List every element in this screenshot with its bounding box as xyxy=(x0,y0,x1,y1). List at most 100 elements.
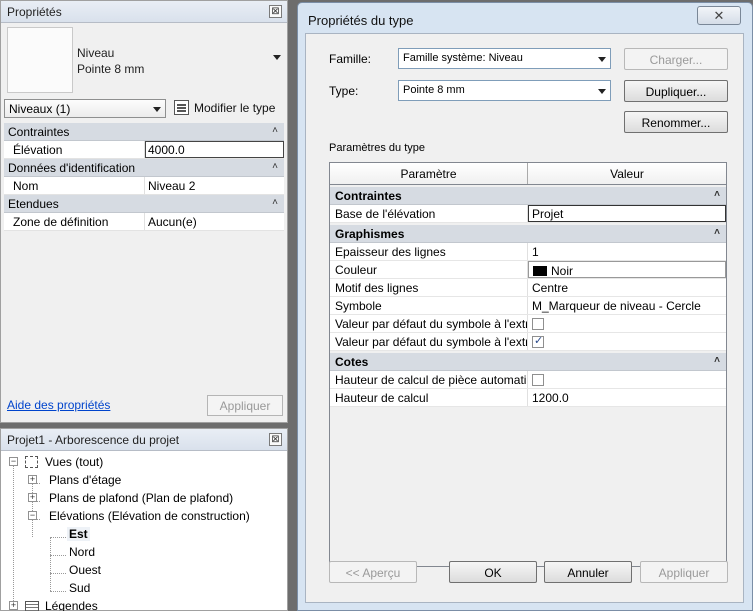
ok-button[interactable]: OK xyxy=(449,561,537,583)
collapse-icon[interactable]: ˄ xyxy=(272,197,278,208)
type-dropdown[interactable]: Pointe 8 mm xyxy=(398,80,611,101)
chevron-down-icon[interactable] xyxy=(273,55,281,60)
section-graphismes[interactable]: Graphismes ˄ xyxy=(330,225,726,243)
tree-item-sud[interactable]: Sud xyxy=(1,579,287,597)
chevron-down-icon xyxy=(598,89,606,94)
value-cell xyxy=(528,315,726,332)
section-identity-data[interactable]: Données d'identification ˄ xyxy=(4,159,284,177)
collapse-icon[interactable]: − xyxy=(9,457,18,466)
section-extents[interactable]: Etendues ˄ xyxy=(4,195,284,213)
duplicate-button[interactable]: Dupliquer... xyxy=(624,80,728,102)
instance-properties-grid: Contraintes ˄ Élévation 4000.0 Données d… xyxy=(4,123,284,231)
elevation-field[interactable]: 4000.0 xyxy=(145,141,284,158)
grid-header: Paramètre Valeur xyxy=(330,163,726,185)
param-row: Valeur par défaut du symbole à l'extr xyxy=(330,315,726,333)
collapse-icon[interactable]: ˄ xyxy=(272,161,278,172)
tree-item-elevations[interactable]: − Elévations (Elévation de construction) xyxy=(1,507,287,525)
param-row: Epaisseur des lignes 1 xyxy=(330,243,726,261)
close-icon[interactable]: ⊠ xyxy=(269,5,282,18)
apply-button[interactable]: Appliquer xyxy=(207,395,283,416)
instance-filter-value: Niveaux (1) xyxy=(9,102,71,116)
type-parameters-caption: Paramètres du type xyxy=(329,142,425,154)
chevron-down-icon xyxy=(598,57,606,62)
instance-filter-dropdown[interactable]: Niveaux (1) xyxy=(4,99,166,118)
tree-item-floor-plans[interactable]: + Plans d'étage xyxy=(1,471,287,489)
splitter[interactable] xyxy=(289,0,297,611)
tree-item-ouest[interactable]: Ouest xyxy=(1,561,287,579)
line-pattern-field[interactable]: Centre xyxy=(528,279,726,296)
apply-button[interactable]: Appliquer xyxy=(640,561,728,583)
param-name: Couleur xyxy=(330,261,528,278)
property-row: Élévation 4000.0 xyxy=(4,141,284,159)
properties-help-link[interactable]: Aide des propriétés xyxy=(7,398,110,412)
tree-item-label: Elévations (Elévation de construction) xyxy=(49,509,250,523)
collapse-icon[interactable]: ˄ xyxy=(714,227,720,238)
tree-item-label: Ouest xyxy=(69,563,102,577)
auto-room-height-checkbox[interactable] xyxy=(532,374,544,386)
section-label: Données d'identification xyxy=(8,161,136,175)
property-name: Élévation xyxy=(4,141,145,158)
cancel-button[interactable]: Annuler xyxy=(544,561,632,583)
param-name: Valeur par défaut du symbole à l'extr xyxy=(330,315,528,332)
property-row: Zone de définition Aucun(e) xyxy=(4,213,284,231)
close-icon[interactable]: ⊠ xyxy=(269,433,282,446)
expand-icon[interactable]: + xyxy=(9,601,18,610)
section-contraintes[interactable]: Contraintes ˄ xyxy=(4,123,284,141)
load-button[interactable]: Charger... xyxy=(624,48,728,70)
tree-item-label: Est xyxy=(67,527,90,541)
edit-type-button[interactable]: Modifier le type xyxy=(172,99,275,118)
column-header-parameter[interactable]: Paramètre xyxy=(330,163,528,184)
param-row: Hauteur de calcul 1200.0 xyxy=(330,389,726,407)
tree-item-label: Nord xyxy=(69,545,96,559)
collapse-icon[interactable]: − xyxy=(28,511,37,520)
section-contraintes[interactable]: Contraintes ˄ xyxy=(330,187,726,205)
section-cotes[interactable]: Cotes ˄ xyxy=(330,353,726,371)
family-dropdown[interactable]: Famille système: Niveau xyxy=(398,48,611,69)
collapse-icon[interactable]: ˄ xyxy=(272,125,278,136)
param-name: Valeur par défaut du symbole à l'extr xyxy=(330,333,528,350)
computation-height-field[interactable]: 1200.0 xyxy=(528,389,726,406)
scope-box-field[interactable]: Aucun(e) xyxy=(145,213,284,230)
preview-button[interactable]: << Aperçu xyxy=(329,561,417,583)
symbol-end1-checkbox[interactable] xyxy=(532,318,544,330)
tree-item-nord[interactable]: Nord xyxy=(1,543,287,561)
tree-item-legends[interactable]: + Légendes xyxy=(1,597,287,611)
tree-item-label: Plans de plafond (Plan de plafond) xyxy=(49,491,234,505)
symbol-end2-checkbox[interactable] xyxy=(532,334,544,348)
tree-item-ceiling-plans[interactable]: + Plans de plafond (Plan de plafond) xyxy=(1,489,287,507)
close-icon[interactable]: ✕ xyxy=(697,6,741,25)
symbol-field[interactable]: M_Marqueur de niveau - Cercle xyxy=(528,297,726,314)
color-picker-field[interactable]: Noir xyxy=(528,261,726,278)
property-row: Nom Niveau 2 xyxy=(4,177,284,195)
param-name: Symbole xyxy=(330,297,528,314)
rename-button[interactable]: Renommer... xyxy=(624,111,728,133)
param-row: Hauteur de calcul de pièce automati xyxy=(330,371,726,389)
tree-item-views[interactable]: − Vues (tout) xyxy=(1,453,287,471)
name-field[interactable]: Niveau 2 xyxy=(145,177,284,194)
project-browser-title-text: Projet1 - Arborescence du projet xyxy=(7,433,180,447)
type-family-name: Niveau xyxy=(77,46,115,60)
value-cell xyxy=(528,371,726,388)
tree-item-est[interactable]: Est xyxy=(1,525,287,543)
param-name: Epaisseur des lignes xyxy=(330,243,528,260)
color-value: Noir xyxy=(551,264,574,278)
param-row: Base de l'élévation Projet xyxy=(330,205,726,223)
type-preview-thumbnail xyxy=(7,27,73,93)
project-tree: − Vues (tout) + Plans d'étage + Plans de… xyxy=(1,453,287,611)
expand-icon[interactable]: + xyxy=(28,475,37,484)
type-label: Type: xyxy=(329,84,359,98)
collapse-icon[interactable]: ˄ xyxy=(714,189,720,200)
column-header-value[interactable]: Valeur xyxy=(528,163,726,184)
section-label: Contraintes xyxy=(335,189,402,203)
line-weight-field[interactable]: 1 xyxy=(528,243,726,260)
collapse-icon[interactable]: ˄ xyxy=(714,355,720,366)
tree-item-label: Vues (tout) xyxy=(45,455,104,469)
param-name: Hauteur de calcul de pièce automati xyxy=(330,371,528,388)
param-row: Motif des lignes Centre xyxy=(330,279,726,297)
elevation-base-dropdown[interactable]: Projet xyxy=(528,205,726,222)
instance-filter-row: Niveaux (1) Modifier le type xyxy=(4,98,286,120)
edit-type-icon xyxy=(174,100,189,115)
expand-icon[interactable]: + xyxy=(28,493,37,502)
type-parameters-grid: Paramètre Valeur Contraintes ˄ Base de l… xyxy=(329,162,727,567)
type-selector[interactable]: Niveau Pointe 8 mm xyxy=(5,27,285,95)
